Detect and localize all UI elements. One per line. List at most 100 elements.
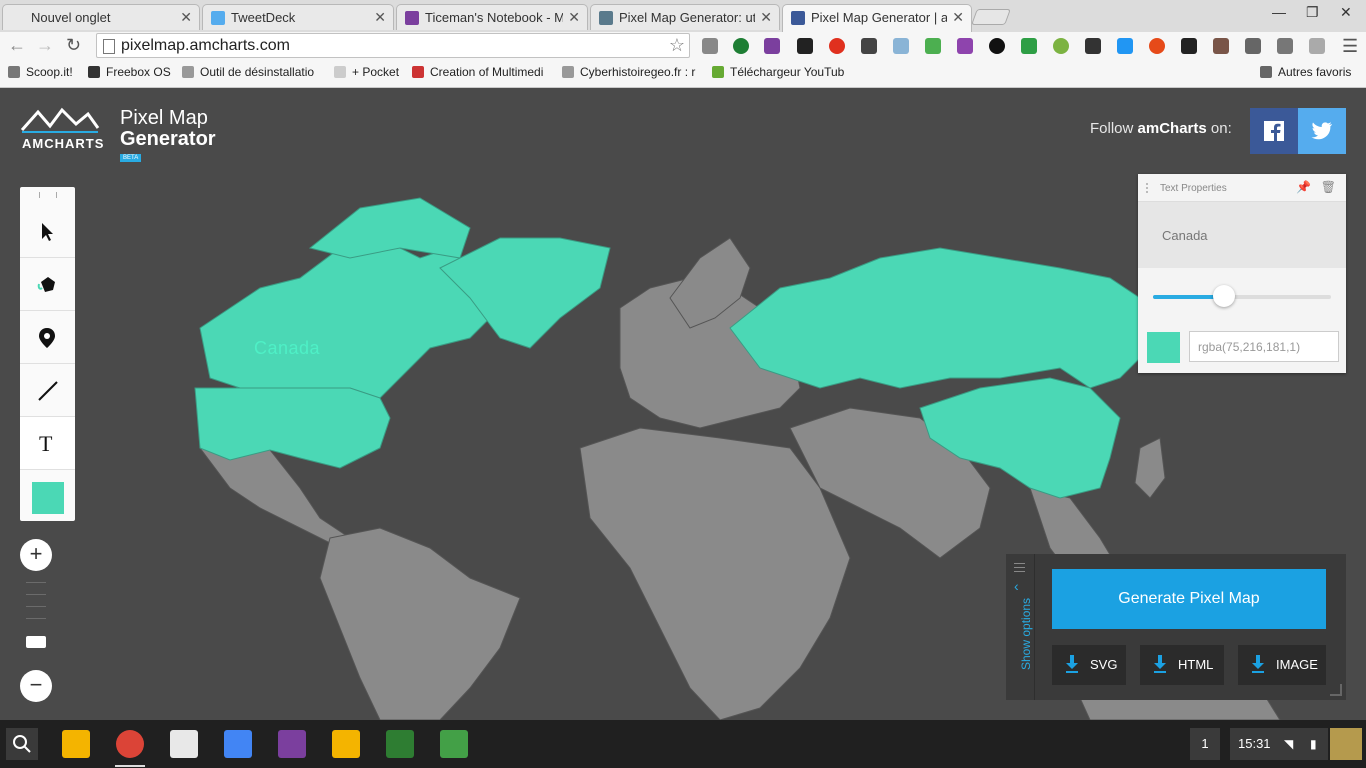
docs-icon[interactable] — [224, 730, 252, 758]
bookmark-item[interactable]: Creation of Multimedi — [412, 65, 543, 79]
drag-grip-icon[interactable] — [1146, 183, 1152, 193]
country-canada-islands[interactable] — [308, 197, 471, 259]
color-value-input[interactable]: rgba(75,216,181,1) — [1189, 331, 1339, 362]
tab-onenote[interactable]: Ticeman's Notebook - Mic ✕ — [396, 4, 588, 30]
slider-knob[interactable] — [1213, 285, 1236, 307]
app-chart-icon[interactable] — [386, 730, 414, 758]
feedly-icon[interactable] — [440, 730, 468, 758]
extension-feather-icon[interactable] — [957, 38, 973, 54]
back-arrow-icon[interactable]: ← — [8, 35, 26, 56]
address-bar[interactable]: pixelmap.amcharts.com ☆ — [96, 33, 690, 58]
minimize-icon[interactable]: — — [1272, 4, 1286, 20]
extension-puzzle-icon[interactable] — [702, 38, 718, 54]
close-window-icon[interactable]: ✕ — [1340, 4, 1352, 21]
text-tool[interactable]: T — [20, 417, 75, 470]
bookmark-item[interactable]: Freebox OS — [88, 65, 171, 79]
url-text[interactable]: pixelmap.amcharts.com — [121, 37, 290, 55]
extension-marker-icon[interactable] — [925, 38, 941, 54]
twitter-button[interactable] — [1298, 108, 1346, 154]
new-tab-button[interactable] — [971, 9, 1011, 25]
trash-icon[interactable]: 🗑 — [1321, 180, 1336, 194]
bookmark-item[interactable]: + Pocket — [334, 65, 399, 79]
chrome-icon[interactable] — [116, 730, 144, 758]
zoom-in-button[interactable]: + — [20, 539, 52, 571]
extension-asterisk-icon[interactable] — [829, 38, 845, 54]
extension-fish-icon[interactable] — [1181, 38, 1197, 54]
maximize-icon[interactable]: ❐ — [1306, 4, 1319, 21]
close-icon[interactable]: ✕ — [568, 9, 580, 26]
options-sidebar[interactable]: ‹ Show options — [1006, 554, 1035, 700]
extension-chrome-red-icon[interactable] — [1149, 38, 1165, 54]
label-text-input[interactable]: Canada — [1138, 202, 1346, 268]
notification-count[interactable]: 1 — [1190, 728, 1220, 760]
gmail-icon[interactable] — [170, 730, 198, 758]
amcharts-logo[interactable]: AMCHARTS — [20, 106, 103, 151]
extension-database-icon[interactable] — [1277, 38, 1293, 54]
extension-evernote-icon[interactable] — [861, 38, 877, 54]
paint-tool[interactable] — [20, 258, 75, 311]
tab-new-tab[interactable]: Nouvel onglet ✕ — [2, 4, 200, 30]
panel-header[interactable]: Text Properties 📌 🗑 — [1138, 174, 1346, 202]
zoom-out-button[interactable]: − — [20, 670, 52, 702]
forward-arrow-icon[interactable]: → — [36, 35, 54, 56]
pin-icon[interactable]: 📌 — [1296, 180, 1311, 194]
extension-color-wheel-icon[interactable] — [989, 38, 1005, 54]
show-options-toggle[interactable]: Show options — [1019, 598, 1033, 670]
extension-film-icon[interactable] — [797, 38, 813, 54]
facebook-button[interactable] — [1250, 108, 1298, 154]
drive-icon[interactable] — [62, 730, 90, 758]
user-avatar[interactable] — [1330, 728, 1362, 760]
bookmark-item[interactable]: Téléchargeur YouTub — [712, 65, 844, 79]
other-bookmarks[interactable]: Autres favoris — [1260, 65, 1351, 79]
download-label: SVG — [1090, 657, 1118, 672]
extension-download-icon[interactable] — [733, 38, 749, 54]
bookmark-star-icon[interactable]: ☆ — [669, 35, 685, 56]
generate-pixel-map-button[interactable]: Generate Pixel Map — [1052, 569, 1326, 629]
chrome-menu-icon[interactable]: ☰ — [1342, 36, 1358, 57]
zoom-slider-handle[interactable] — [26, 636, 46, 648]
bookmark-item[interactable]: Outil de désinstallatio — [182, 65, 314, 79]
marker-tool[interactable] — [20, 311, 75, 364]
region-africa[interactable] — [579, 427, 851, 720]
resize-handle-icon[interactable] — [1330, 684, 1342, 696]
close-icon[interactable]: ✕ — [180, 9, 192, 26]
extension-camera-icon[interactable] — [893, 38, 909, 54]
tab-tweetdeck[interactable]: TweetDeck ✕ — [202, 4, 394, 30]
close-icon[interactable]: ✕ — [374, 9, 386, 26]
slides-icon[interactable] — [332, 730, 360, 758]
download-svg-button[interactable]: SVG — [1052, 645, 1126, 685]
region-south-america[interactable] — [319, 527, 521, 720]
extension-brush-icon[interactable] — [1213, 38, 1229, 54]
extension-chat-icon[interactable] — [1085, 38, 1101, 54]
font-size-slider[interactable] — [1153, 285, 1331, 307]
tab-pixelmap-blog[interactable]: Pixel Map Generator: utilis ✕ — [590, 4, 780, 30]
country-usa[interactable] — [194, 387, 391, 469]
select-tool[interactable] — [20, 205, 75, 258]
close-icon[interactable]: ✕ — [760, 9, 772, 26]
country-russia[interactable] — [729, 247, 1151, 389]
drag-handle[interactable] — [39, 192, 57, 198]
launcher-button[interactable] — [6, 728, 38, 760]
tab-pixelmap-active[interactable]: Pixel Map Generator | am ✕ — [782, 4, 972, 32]
country-japan[interactable] — [1134, 437, 1166, 499]
map-text-label[interactable]: Canada — [254, 338, 320, 359]
text-color-swatch[interactable] — [1147, 332, 1180, 363]
reload-icon[interactable]: ↻ — [66, 35, 81, 56]
bookmark-item[interactable]: Scoop.it! — [8, 65, 73, 79]
extension-rss-icon[interactable] — [1309, 38, 1325, 54]
line-tool[interactable] — [20, 364, 75, 417]
close-icon[interactable]: ✕ — [952, 9, 964, 26]
onenote-icon[interactable] — [278, 730, 306, 758]
extension-onenote-icon[interactable] — [764, 38, 780, 54]
extension-circle-icon[interactable] — [1053, 38, 1069, 54]
color-tool[interactable] — [20, 470, 75, 522]
hamburger-icon[interactable] — [1014, 563, 1025, 572]
extension-printer-icon[interactable] — [1021, 38, 1037, 54]
status-area[interactable]: 15:31 ◥ ▮ — [1230, 728, 1328, 760]
chevron-left-icon[interactable]: ‹ — [1014, 578, 1019, 594]
bookmark-item[interactable]: Cyberhistoiregeo.fr : r — [562, 65, 695, 79]
download-html-button[interactable]: HTML — [1140, 645, 1224, 685]
extension-cat-icon[interactable] — [1117, 38, 1133, 54]
extension-n-icon[interactable] — [1245, 38, 1261, 54]
download-image-button[interactable]: IMAGE — [1238, 645, 1326, 685]
